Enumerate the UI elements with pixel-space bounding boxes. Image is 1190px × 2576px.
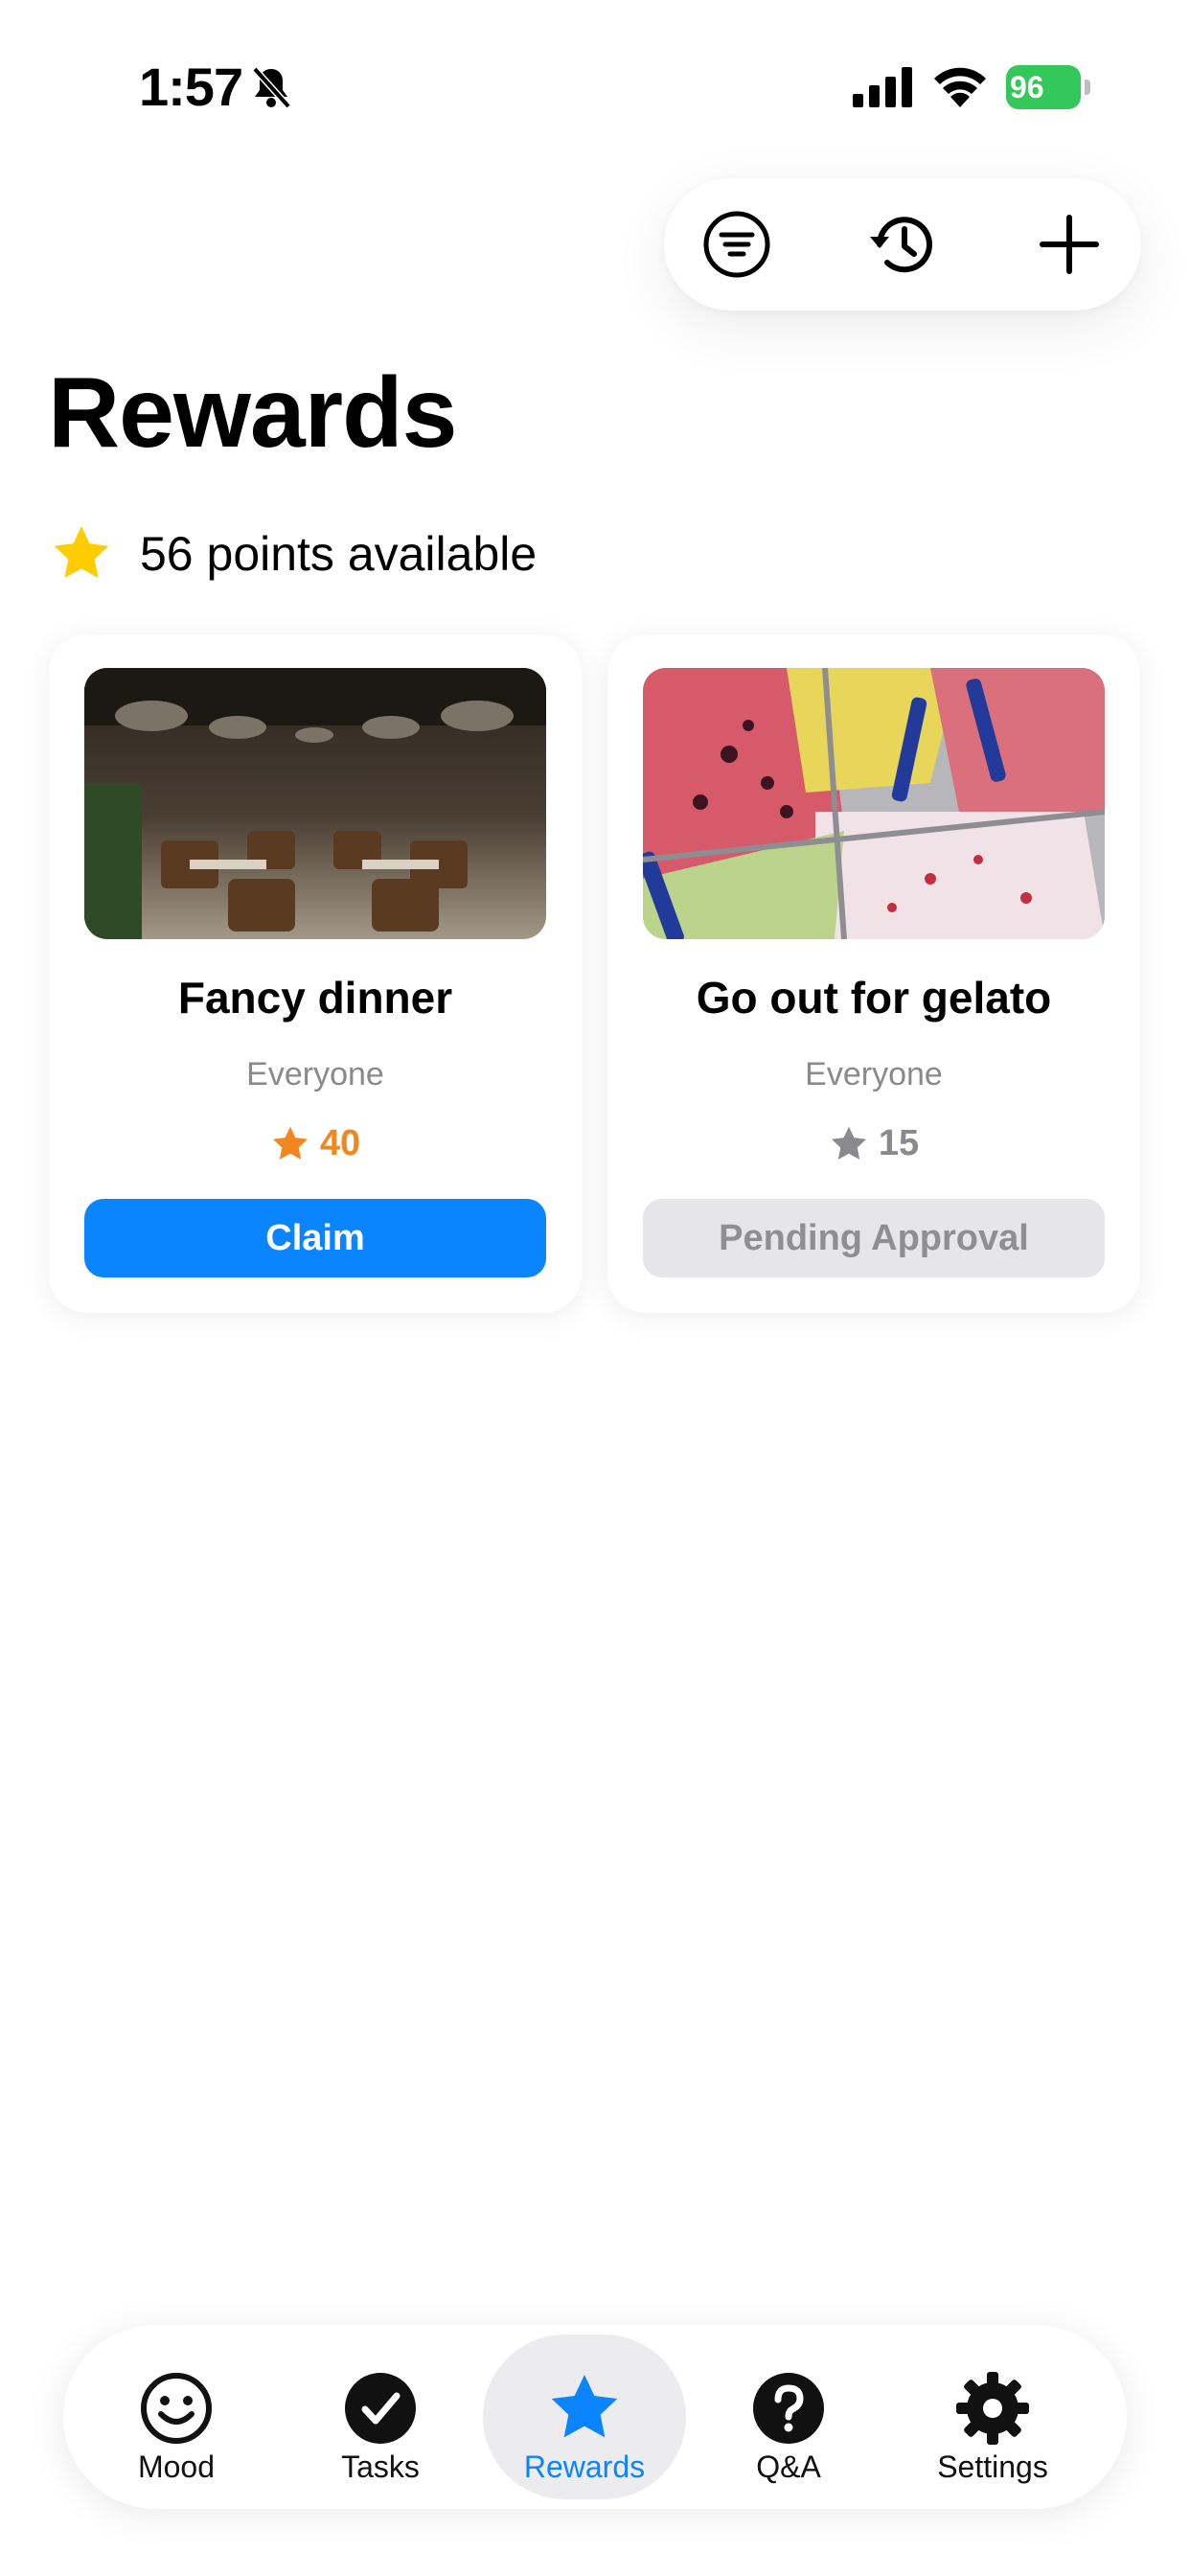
history-icon xyxy=(870,217,932,273)
tab-label: Settings xyxy=(937,2450,1048,2484)
history-button[interactable] xyxy=(864,206,941,283)
tab-qa[interactable]: Q&A xyxy=(687,2334,890,2499)
reward-card[interactable]: Go out for gelato Everyone 15 Pending Ap… xyxy=(607,634,1140,1313)
tab-bar: Mood Tasks Rewards Q&A Settings xyxy=(63,2325,1127,2509)
reward-points: 15 xyxy=(878,1123,920,1163)
wifi-icon xyxy=(934,67,986,107)
star-icon xyxy=(551,2375,618,2438)
smiley-icon xyxy=(141,2373,212,2444)
checkmark-circle-icon xyxy=(345,2373,416,2444)
reward-assignee: Everyone xyxy=(246,1056,384,1092)
reward-card[interactable]: Fancy dinner Everyone 40 Claim xyxy=(49,634,582,1313)
star-icon xyxy=(831,1126,866,1160)
battery-cap xyxy=(1085,80,1090,95)
tab-label: Q&A xyxy=(756,2450,821,2484)
reward-image-restaurant xyxy=(84,668,546,939)
points-available-text: 56 points available xyxy=(140,527,538,581)
reward-title: Fancy dinner xyxy=(177,973,453,1023)
star-icon xyxy=(54,526,109,579)
page-title: Rewards xyxy=(48,357,458,469)
cellular-signal-icon xyxy=(853,67,912,107)
reward-cost: 40 xyxy=(49,1123,582,1164)
star-icon xyxy=(272,1126,308,1160)
tab-label: Tasks xyxy=(341,2450,420,2484)
top-toolbar xyxy=(664,178,1141,310)
status-time: 1:57 xyxy=(139,57,243,117)
tab-settings[interactable]: Settings xyxy=(891,2334,1094,2499)
reward-points: 40 xyxy=(319,1123,361,1163)
battery-indicator: 96 xyxy=(1006,65,1090,109)
filter-button[interactable] xyxy=(698,206,775,283)
reward-cost: 15 xyxy=(607,1123,1140,1164)
filter-icon xyxy=(703,211,770,278)
status-bar: 1:57 96 xyxy=(0,0,1190,172)
tab-label: Mood xyxy=(137,2450,216,2484)
tab-rewards[interactable]: Rewards xyxy=(483,2334,686,2499)
points-summary: 56 points available xyxy=(50,522,537,586)
reward-image-gelato xyxy=(643,668,1105,939)
tab-mood[interactable]: Mood xyxy=(75,2334,278,2499)
bell-slash-icon xyxy=(252,66,291,109)
reward-title: Go out for gelato xyxy=(696,973,1052,1023)
tab-label: Rewards xyxy=(523,2450,646,2484)
tab-tasks[interactable]: Tasks xyxy=(279,2334,482,2499)
claim-button[interactable]: Claim xyxy=(84,1199,546,1277)
pending-approval-button[interactable]: Pending Approval xyxy=(643,1199,1105,1277)
add-reward-button[interactable] xyxy=(1031,206,1108,283)
battery-body: 96 xyxy=(1006,65,1081,109)
gear-icon xyxy=(956,2372,1029,2445)
battery-level: 96 xyxy=(1010,70,1044,104)
reward-assignee: Everyone xyxy=(805,1056,943,1092)
question-circle-icon xyxy=(753,2373,824,2444)
plus-icon xyxy=(1040,215,1099,274)
